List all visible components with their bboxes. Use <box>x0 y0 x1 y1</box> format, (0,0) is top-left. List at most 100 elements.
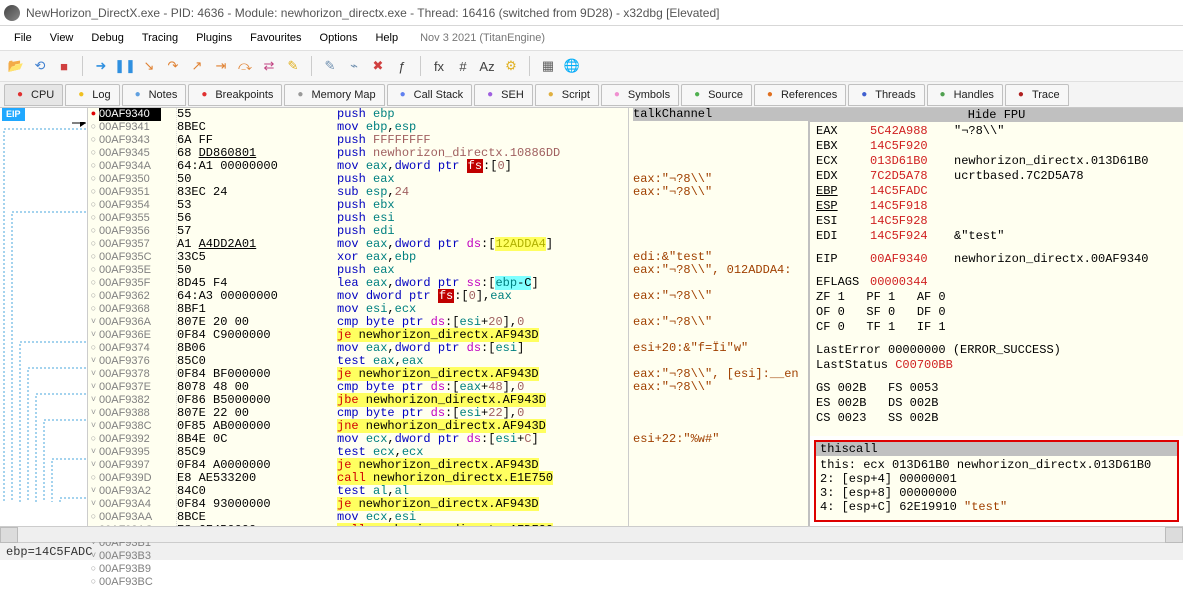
tab-seh[interactable]: ●SEH <box>474 84 533 106</box>
hint-text: eax:"¬?8\\" <box>633 315 712 329</box>
breakpoint-marker[interactable]: ˅ <box>88 394 99 407</box>
step-into-icon[interactable]: ↘ <box>139 56 159 76</box>
breakpoint-marker[interactable]: ○ <box>88 563 99 576</box>
breakpoint-marker[interactable]: ˅ <box>88 459 99 472</box>
menu-options[interactable]: Options <box>312 30 366 46</box>
breakpoint-marker[interactable]: ○ <box>88 121 99 134</box>
memmap-icon: ● <box>293 88 307 102</box>
breakpoint-marker[interactable]: ○ <box>88 225 99 238</box>
breakpoint-marker[interactable]: ○ <box>88 303 99 316</box>
breakpoint-marker[interactable]: ˅ <box>88 355 99 368</box>
eip-indicator: EIP <box>2 108 25 121</box>
step-out-icon[interactable]: ↗ <box>187 56 207 76</box>
breakpoint-marker[interactable]: ˅ <box>88 498 99 511</box>
breakpoint-marker[interactable]: ○ <box>88 251 99 264</box>
bookmark-icon[interactable]: ✖ <box>368 56 388 76</box>
menu-help[interactable]: Help <box>367 30 406 46</box>
breakpoint-marker[interactable]: ○ <box>88 576 99 589</box>
breakpoint-marker[interactable]: ○ <box>88 186 99 199</box>
breakpoint-marker[interactable]: ˅ <box>88 420 99 433</box>
breakpoint-marker[interactable]: ˅ <box>88 485 99 498</box>
folder-open-icon[interactable]: 📂 <box>6 56 26 76</box>
breakpoint-marker[interactable]: ● <box>88 108 99 121</box>
run-to-icon[interactable]: ⇥ <box>211 56 231 76</box>
breakpoint-marker[interactable]: ○ <box>88 173 99 186</box>
tab-threads[interactable]: ●Threads <box>848 84 924 106</box>
hints-header: talkChannel <box>633 108 808 121</box>
tab-label: Source <box>708 89 743 101</box>
registers-header[interactable]: Hide FPU <box>810 108 1183 122</box>
breakpoint-marker[interactable]: ˅ <box>88 329 99 342</box>
breakpoint-marker[interactable]: ○ <box>88 134 99 147</box>
breakpoint-marker[interactable]: ○ <box>88 238 99 251</box>
tab-trace[interactable]: ●Trace <box>1005 84 1069 106</box>
hash-icon[interactable]: # <box>453 56 473 76</box>
tab-log[interactable]: ●Log <box>65 84 119 106</box>
skip-icon[interactable]: ⤼ <box>235 56 255 76</box>
breakpoint-marker[interactable]: ○ <box>88 264 99 277</box>
reg-name-ebx: EBX <box>816 139 858 154</box>
breakpoint-marker[interactable]: ○ <box>88 212 99 225</box>
address: 00AF9382 <box>99 394 161 407</box>
breakpoint-marker[interactable]: ○ <box>88 277 99 290</box>
menu-debug[interactable]: Debug <box>83 30 131 46</box>
disassembly-view[interactable]: 55push ebp8BECmov ebp,esp6A FFpush FFFFF… <box>177 108 628 526</box>
globe-icon[interactable]: 🌐 <box>562 56 582 76</box>
source-icon: ● <box>690 88 704 102</box>
patch-icon[interactable]: ✎ <box>283 56 303 76</box>
stop-icon[interactable]: ■ <box>54 56 74 76</box>
tab-cpu[interactable]: ●CPU <box>4 84 63 106</box>
az-icon[interactable]: Aᴢ <box>477 56 497 76</box>
breakpoint-marker[interactable]: ˅ <box>88 368 99 381</box>
calc-icon[interactable]: ▦ <box>538 56 558 76</box>
tab-references[interactable]: ●References <box>754 84 846 106</box>
tab-memory-map[interactable]: ●Memory Map <box>284 84 384 106</box>
breakpoint-marker[interactable]: ○ <box>88 342 99 355</box>
tab-call-stack[interactable]: ●Call Stack <box>387 84 473 106</box>
menu-file[interactable]: File <box>6 30 40 46</box>
arguments-panel[interactable]: thiscall this: ecx 013D61B0 newhorizon_d… <box>814 440 1179 522</box>
menu-bar: FileViewDebugTracingPluginsFavouritesOpt… <box>0 26 1183 50</box>
reg-val-eax: 5C42A988 <box>870 124 942 139</box>
tab-notes[interactable]: ●Notes <box>122 84 187 106</box>
tab-script[interactable]: ●Script <box>535 84 599 106</box>
settings-icon[interactable]: ⚙ <box>501 56 521 76</box>
breakpoint-marker[interactable]: ˅ <box>88 316 99 329</box>
breakpoint-marker[interactable]: ○ <box>88 160 99 173</box>
breakpoint-marker[interactable]: ○ <box>88 511 99 524</box>
arrow-right-icon[interactable]: ➜ <box>91 56 111 76</box>
breakpoint-marker[interactable]: ˅ <box>88 381 99 394</box>
menu-view[interactable]: View <box>42 30 82 46</box>
function-icon[interactable]: ƒ <box>392 56 412 76</box>
address: 00AF9368 <box>99 303 161 316</box>
pause-icon[interactable]: ❚❚ <box>115 56 135 76</box>
menu-tracing[interactable]: Tracing <box>134 30 186 46</box>
breakpoint-marker[interactable]: ○ <box>88 199 99 212</box>
breakpoint-marker[interactable]: ˅ <box>88 407 99 420</box>
horizontal-scrollbar[interactable] <box>0 526 1183 542</box>
address: 00AF9351 <box>99 186 161 199</box>
label-icon[interactable]: ⌁ <box>344 56 364 76</box>
menu-plugins[interactable]: Plugins <box>188 30 240 46</box>
address: 00AF9343 <box>99 134 161 147</box>
breakpoint-marker[interactable]: ○ <box>88 433 99 446</box>
tab-breakpoints[interactable]: ●Breakpoints <box>188 84 282 106</box>
tab-label: Handles <box>954 89 994 101</box>
breakpoint-marker[interactable]: ○ <box>88 290 99 303</box>
breakpoint-marker[interactable]: ○ <box>88 147 99 160</box>
registers-panel[interactable]: Hide FPU EAX5C42A988"¬?8\\"EBX14C5F920EC… <box>810 108 1183 436</box>
fx-icon[interactable]: fx <box>429 56 449 76</box>
tab-handles[interactable]: ●Handles <box>927 84 1003 106</box>
breakpoint-marker[interactable]: ˅ <box>88 446 99 459</box>
tab-source[interactable]: ● Source <box>681 84 752 106</box>
comment-icon[interactable]: ✎ <box>320 56 340 76</box>
address-column[interactable]: ●00AF9340○00AF9341○00AF9343○00AF9345○00A… <box>88 108 177 526</box>
refresh-icon[interactable]: ⟲ <box>30 56 50 76</box>
comments-column[interactable]: talkChanneleax:"¬?8\\"eax:"¬?8\\"edi:&"t… <box>628 108 808 526</box>
thread-switch-icon[interactable]: ⇄ <box>259 56 279 76</box>
tab-symbols[interactable]: ●Symbols <box>601 84 679 106</box>
menu-favourites[interactable]: Favourites <box>242 30 309 46</box>
breakpoint-marker[interactable]: ○ <box>88 472 99 485</box>
step-over-icon[interactable]: ↷ <box>163 56 183 76</box>
address: 00AF93AA <box>99 511 161 524</box>
